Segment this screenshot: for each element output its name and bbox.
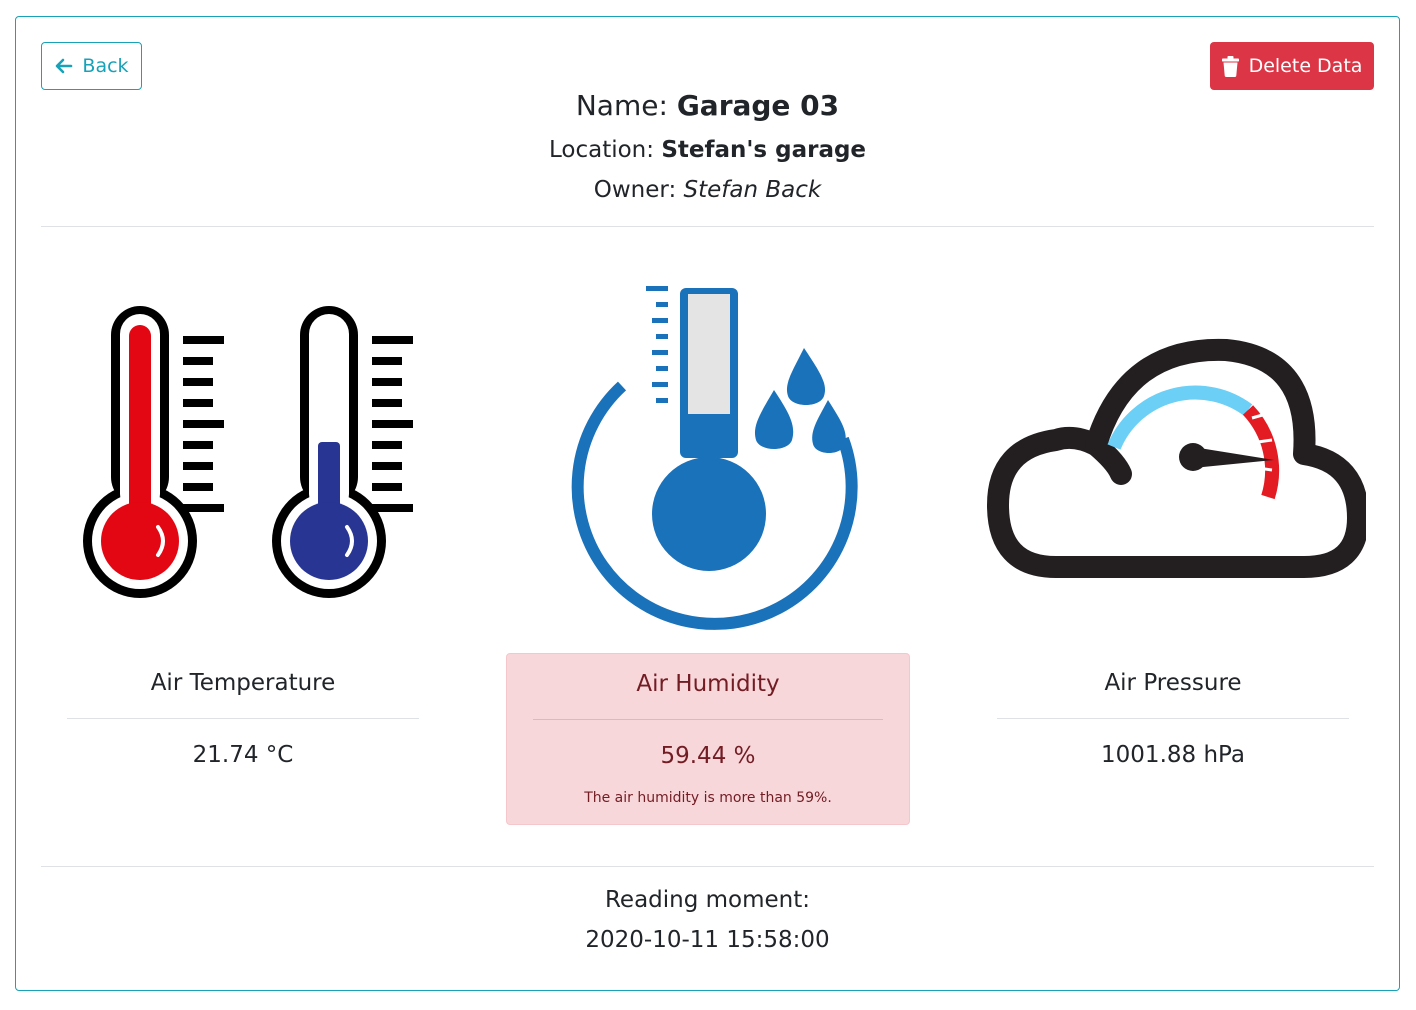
metric-label: Air Humidity — [636, 671, 780, 697]
metric-divider — [997, 718, 1349, 719]
back-button[interactable]: Back — [41, 42, 142, 90]
pressure-gauge-cloud-icon — [987, 338, 1366, 578]
metric-value: 21.74 °C — [192, 742, 294, 768]
delete-data-label: Delete Data — [1248, 55, 1363, 77]
device-location-value: Stefan's garage — [661, 137, 867, 163]
device-owner: Owner: Stefan Back — [593, 177, 822, 203]
metric-divider — [67, 718, 419, 719]
back-button-label: Back — [82, 55, 129, 77]
header-divider — [41, 226, 1374, 227]
device-card: Back Delete Data Name: Garage 03 Locatio… — [15, 16, 1400, 991]
device-name: Name: Garage 03 — [575, 89, 840, 122]
footer-divider — [41, 866, 1374, 867]
metric-air-temperature: Air Temperature 21.74 °C — [41, 653, 445, 825]
metric-air-pressure: Air Pressure 1001.88 hPa — [971, 653, 1375, 825]
metric-divider — [533, 719, 883, 720]
device-location: Location: Stefan's garage — [548, 137, 867, 163]
device-name-value: Garage 03 — [676, 89, 840, 122]
reading-moment-label: Reading moment: — [604, 887, 811, 913]
delete-data-button[interactable]: Delete Data — [1210, 42, 1374, 90]
metric-value: 59.44 % — [660, 743, 756, 769]
trash-icon — [1221, 55, 1239, 77]
thermometers-icon — [83, 306, 413, 598]
metric-value: 1001.88 hPa — [1101, 742, 1245, 768]
reading-moment-value: 2020-10-11 15:58:00 — [585, 927, 830, 953]
humidity-icon — [571, 286, 858, 630]
metric-air-humidity: Air Humidity 59.44 % The air humidity is… — [506, 653, 910, 825]
metric-label: Air Temperature — [150, 670, 336, 696]
metric-label: Air Pressure — [1104, 670, 1242, 696]
metric-alert-note: The air humidity is more than 59%. — [584, 790, 832, 806]
arrow-left-icon — [56, 58, 73, 74]
device-owner-value: Stefan Back — [683, 177, 822, 203]
